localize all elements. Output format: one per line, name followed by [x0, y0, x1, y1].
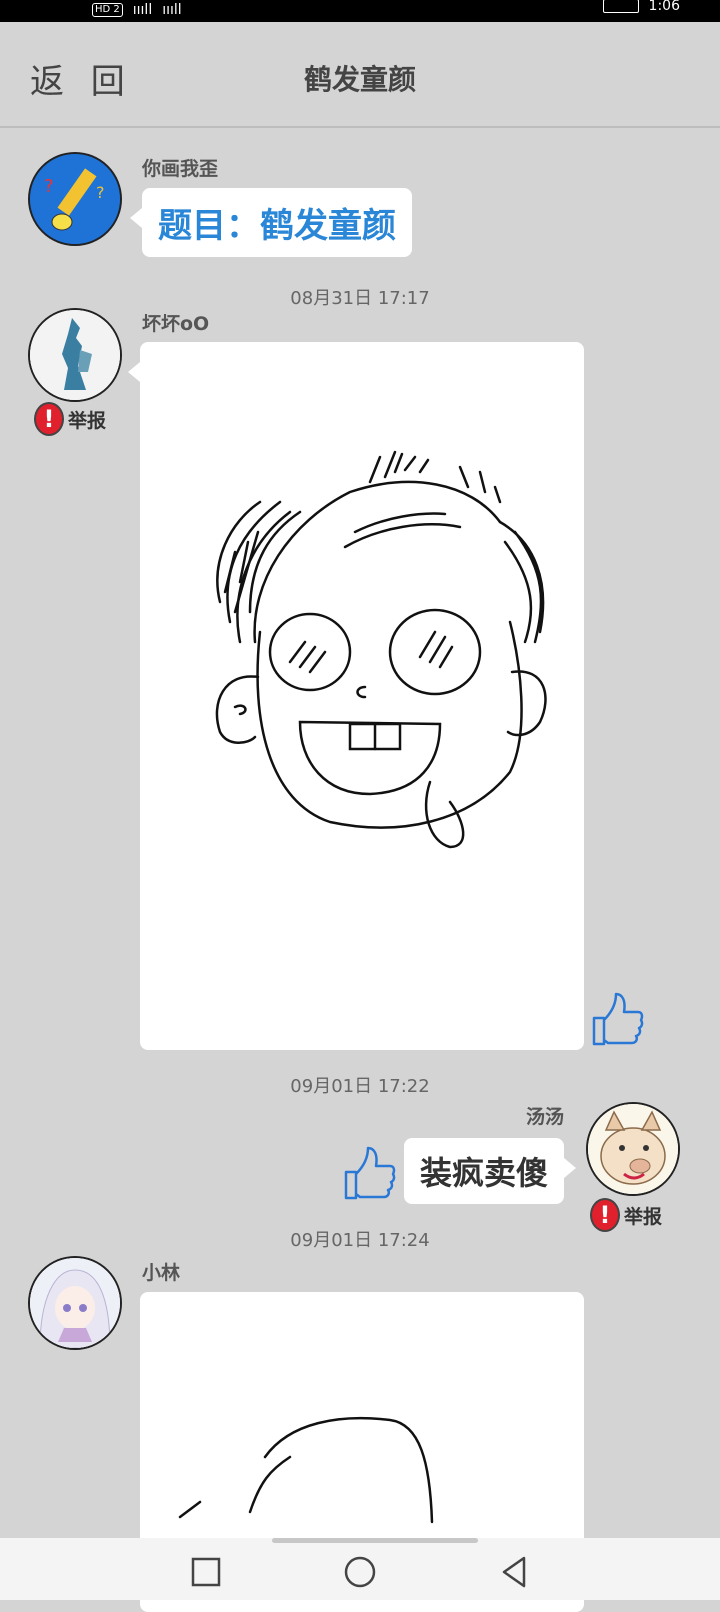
hd-badge: HD 2 [92, 3, 123, 17]
like-button[interactable] [590, 990, 644, 1046]
svg-text:?: ? [96, 183, 105, 202]
page-title: 鹤发童颜 [303, 63, 416, 96]
partial-drawing [178, 1416, 434, 1524]
recent-apps-button[interactable] [186, 1552, 226, 1592]
guess-text: 装疯卖傻 [419, 1154, 548, 1192]
topic-text: 题目：鹤发童颜 [158, 206, 396, 246]
guess-bubble: 装疯卖傻 [403, 1138, 577, 1204]
report-button[interactable]: ! 举报 [34, 402, 106, 436]
thumbs-up-icon [344, 1146, 396, 1200]
topic-bubble: 题目：鹤发童颜 [130, 188, 412, 257]
report-icon: ! [34, 402, 64, 436]
scroll-indicator [272, 1538, 478, 1543]
back-icon [502, 1556, 526, 1588]
timestamp: 09月01日 17:22 [290, 1076, 430, 1097]
battery-icon [602, 0, 639, 13]
back-nav-button[interactable] [494, 1552, 534, 1592]
report-label: 举报 [68, 409, 107, 432]
face-drawing [215, 450, 547, 849]
report-label: 举报 [624, 1205, 663, 1228]
sender-name: 你画我歪 [142, 158, 219, 180]
svg-text:?: ? [44, 176, 54, 197]
sender-name: 小林 [142, 1262, 181, 1284]
recent-apps-icon [191, 1557, 221, 1587]
clock: 1:06 [648, 0, 680, 14]
pencil-avatar-icon: ? ? [30, 154, 120, 244]
avatar-user[interactable] [28, 1256, 122, 1350]
status-bar: HD 2 ıııll ıııll 1:06 [0, 0, 720, 22]
avatar-user[interactable] [28, 308, 122, 402]
timestamp: 08月31日 17:17 [290, 288, 430, 309]
header: 返 回 鹤发童颜 [0, 22, 720, 128]
signal-icon-2: ıııll [162, 2, 182, 18]
navigation-bar [0, 1538, 720, 1600]
sender-name: 坏坏oO [142, 313, 210, 335]
avatar-host[interactable]: ? ? [28, 152, 122, 246]
thumbs-up-icon [592, 992, 644, 1046]
home-button[interactable] [340, 1552, 380, 1592]
avatar-user[interactable] [586, 1102, 680, 1196]
sender-name: 汤汤 [525, 1106, 564, 1128]
like-button[interactable] [342, 1144, 396, 1200]
user-avatar-icon [30, 310, 120, 400]
anime-avatar-icon [30, 1258, 120, 1348]
home-icon [344, 1556, 376, 1588]
pig-avatar-icon [588, 1104, 678, 1194]
drawing-bubble[interactable] [128, 342, 584, 1050]
signal-icon: ıııll [132, 2, 153, 18]
timestamp: 09月01日 17:24 [290, 1230, 430, 1251]
